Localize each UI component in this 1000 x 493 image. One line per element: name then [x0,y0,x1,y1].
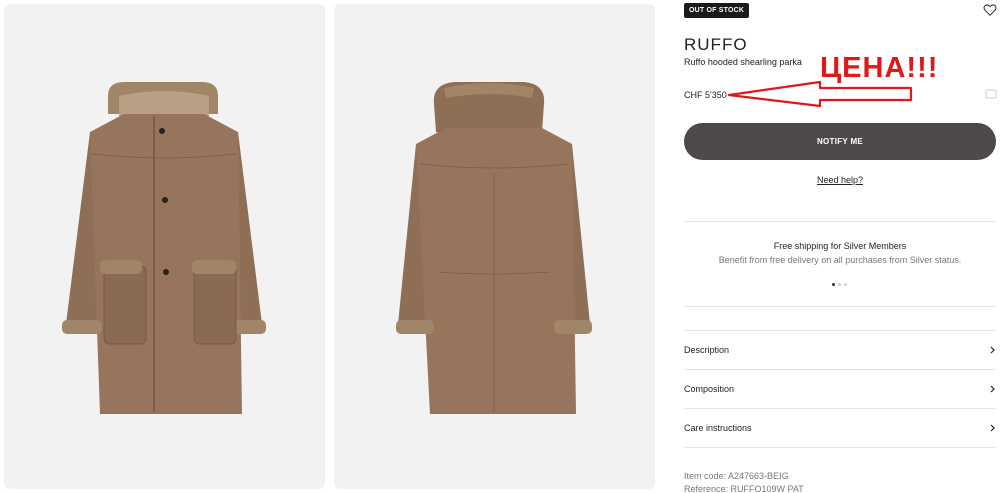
promo-title: Free shipping for Silver Members [773,241,907,251]
accordion-care-instructions[interactable]: Care instructions [684,409,996,447]
promo-text: Benefit from free delivery on all purcha… [718,255,962,265]
chevron-right-icon [990,385,995,393]
carousel-dot[interactable] [844,283,847,286]
product-image-back[interactable] [334,4,655,489]
chevron-right-icon [990,424,995,432]
divider [684,447,996,448]
reference-code: Reference: RUFFO109W PAT [684,484,804,493]
chevron-right-icon [990,346,995,354]
accordion-label: Description [684,345,730,355]
coat-front-illustration [62,82,266,414]
promo-carousel-dots[interactable] [832,283,847,286]
accordion-label: Composition [684,384,735,394]
share-icon[interactable] [985,89,997,99]
status-badge: OUT OF STOCK [684,3,750,18]
product-price: CHF 5'350 [684,90,727,100]
coat-back-illustration [396,82,592,414]
accordion-description[interactable]: Description [684,331,996,369]
item-code: Item code: A247663-BEIG [684,471,789,481]
product-image-front[interactable] [4,4,325,489]
divider [684,306,996,307]
accordion-label: Care instructions [684,423,752,433]
accordion-composition[interactable]: Composition [684,370,996,408]
heart-icon[interactable] [983,3,997,17]
carousel-dot[interactable] [838,283,841,286]
carousel-dot[interactable] [832,283,835,286]
arrow-annotation-icon [727,80,913,108]
brand-name: RUFFO [684,35,748,54]
notify-me-button[interactable]: NOTIFY ME [684,123,996,160]
need-help-link[interactable]: Need help? [684,175,996,185]
divider [684,221,996,222]
product-name: Ruffo hooded shearling parka [684,57,802,67]
